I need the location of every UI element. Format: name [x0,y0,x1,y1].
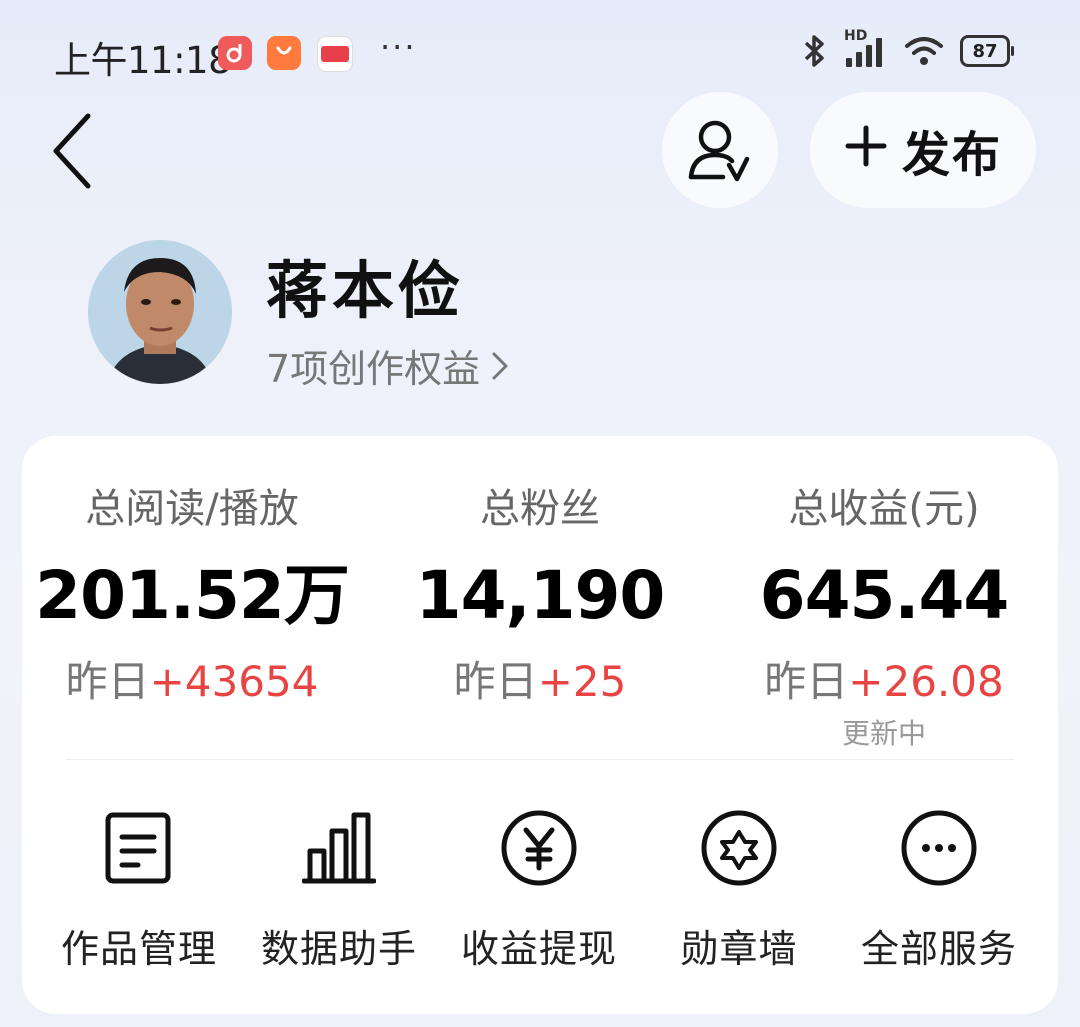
stat-value: 201.52万 [35,557,350,634]
user-verified-icon [688,120,750,182]
publish-button[interactable]: 发布 [810,92,1036,208]
service-label: 勋章墙 [680,927,798,971]
service-label: 作品管理 [60,927,217,971]
yen-icon [501,810,577,886]
status-time: 上午11:18 [54,39,232,82]
stat-delta: 昨日+43654 [22,656,362,708]
delta-prefix: 昨日 [453,657,538,706]
service-earnings-withdraw[interactable]: 收益提现 [444,806,634,973]
plus-icon [844,123,888,177]
stat-total-reads[interactable]: 总阅读/播放 201.52万 昨日+43654 [22,484,362,708]
stat-label: 总阅读/播放 [85,486,299,532]
earnings-updating-status: 更新中 [842,717,927,750]
stat-label: 总粉丝 [480,486,600,532]
delta-value: +43654 [149,657,319,706]
avatar[interactable] [88,240,232,384]
stat-delta: 昨日+26.08 [714,656,1054,708]
service-badge-wall[interactable]: 勋章墙 [644,806,834,973]
creator-verify-button[interactable] [662,92,778,208]
service-works-management[interactable]: 作品管理 [44,806,234,973]
chevron-left-icon [53,113,91,189]
bar-chart-icon [302,812,376,884]
divider [66,759,1014,760]
news-notification-icon [317,36,353,72]
delta-value: +26.08 [848,657,1004,706]
document-icon [105,812,171,884]
stat-delta: 昨日+25 [370,656,710,708]
creator-dashboard-card: 总阅读/播放 201.52万 昨日+43654 总粉丝 14,190 昨日+25… [22,436,1058,1014]
douyin-notification-icon [218,36,252,70]
username: 蒋本俭 [266,254,465,327]
stat-total-earnings[interactable]: 总收益(元) 645.44 昨日+26.08 [714,484,1054,708]
bluetooth-icon [804,35,824,67]
cellular-signal-icon: HD [844,28,888,68]
status-right: HD 87 [802,28,1014,68]
stat-value: 14,190 [415,557,666,634]
delta-prefix: 昨日 [65,657,150,706]
service-label: 收益提现 [460,927,617,971]
stat-value: 645.44 [759,557,1010,634]
battery-indicator: 87 [960,35,1014,67]
wifi-icon [905,37,943,65]
stat-total-fans[interactable]: 总粉丝 14,190 昨日+25 [370,484,710,708]
delta-value: +25 [537,657,627,706]
shopping-notification-icon [267,36,301,70]
badge-icon [701,810,777,886]
chevron-right-icon [492,352,508,379]
delta-prefix: 昨日 [764,657,849,706]
back-button[interactable] [44,106,104,196]
avatar-photo [88,240,232,384]
benefits-label: 7项创作权益 [266,347,481,391]
service-label: 数据助手 [260,927,417,971]
publish-label: 发布 [901,127,1002,183]
more-icon [901,810,977,886]
service-data-assistant[interactable]: 数据助手 [244,806,434,973]
service-label: 全部服务 [860,927,1017,971]
more-notifications-icon: ··· [380,28,417,66]
stat-label: 总收益(元) [788,486,980,532]
creator-benefits-link[interactable]: 7项创作权益 [266,338,510,393]
service-all-services[interactable]: 全部服务 [844,806,1034,973]
network-label: HD [844,28,868,44]
